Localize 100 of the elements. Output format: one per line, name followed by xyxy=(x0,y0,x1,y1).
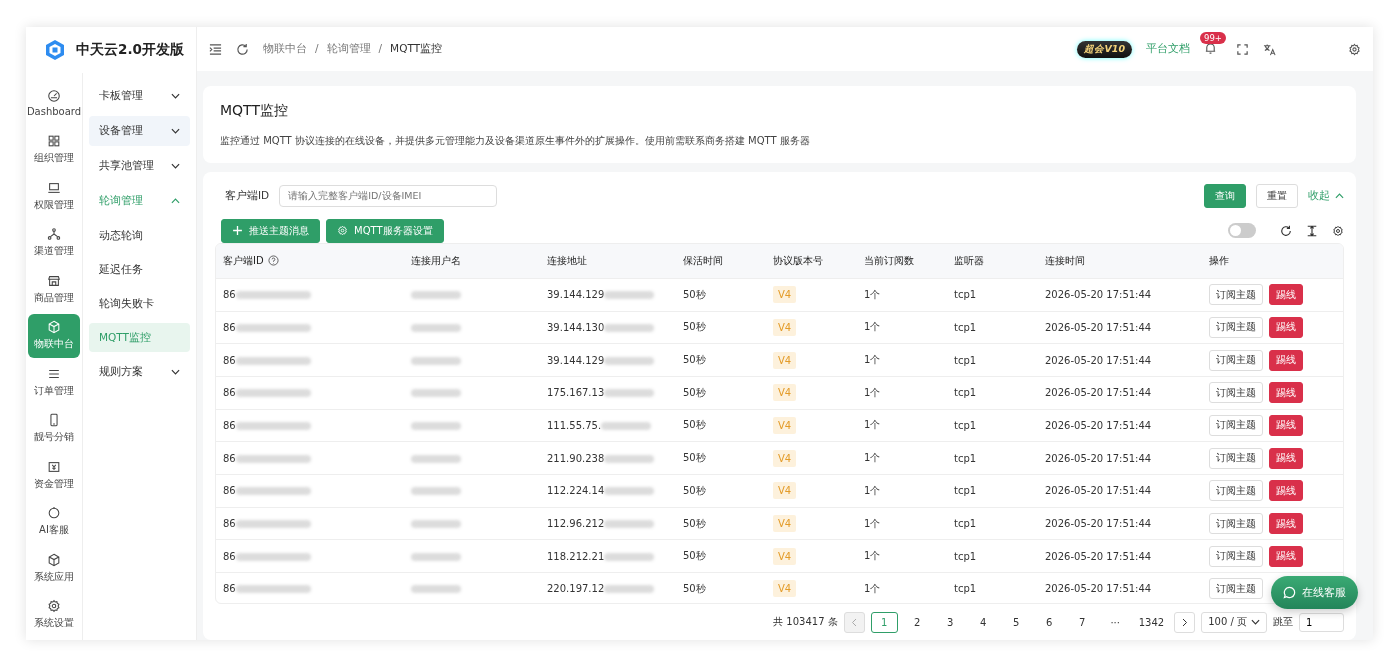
kick-button[interactable]: 踢线 xyxy=(1269,349,1303,371)
table-cell: 86 xyxy=(223,419,236,431)
bell-icon[interactable] xyxy=(1204,42,1217,55)
table-cell: 86 xyxy=(223,583,236,595)
kick-button[interactable]: 踢线 xyxy=(1269,545,1303,567)
grid-icon xyxy=(47,134,61,149)
refresh-icon[interactable] xyxy=(1280,224,1292,237)
brand-name: 中天云2.0开发版 xyxy=(76,41,184,59)
menu-item[interactable]: 轮询管理 xyxy=(89,186,190,216)
menu-item[interactable]: 设备管理 xyxy=(89,116,190,146)
rail-item[interactable]: Dashboard xyxy=(28,81,80,126)
money-icon xyxy=(47,459,61,474)
rail-item[interactable]: 系统设置 xyxy=(28,592,80,637)
rail-item[interactable]: 订单管理 xyxy=(28,360,80,405)
menu-icon[interactable] xyxy=(209,42,222,56)
toggle-switch[interactable] xyxy=(1228,223,1256,239)
table-cell: 1个 xyxy=(864,484,881,496)
page-button[interactable]: 1 xyxy=(870,611,898,633)
subscribe-button[interactable]: 订阅主题 xyxy=(1209,284,1263,306)
table-cell: tcp1 xyxy=(954,289,977,301)
subscribe-button[interactable]: 订阅主题 xyxy=(1209,545,1263,567)
client-id-field[interactable]: 请输入完整客户端ID/设备IMEI xyxy=(279,184,498,207)
version-tag: V4 xyxy=(773,580,797,598)
settings-icon[interactable] xyxy=(1348,42,1361,56)
table-cell: 86 xyxy=(223,485,236,497)
blurred-text xyxy=(604,454,655,463)
table-cell: 2026-05-20 17:51:44 xyxy=(1045,485,1152,497)
page-button[interactable]: 4 xyxy=(969,611,997,633)
page-button[interactable]: ··· xyxy=(1101,611,1129,633)
kick-button[interactable]: 踢线 xyxy=(1269,316,1303,338)
chevron-icon xyxy=(171,93,180,99)
kick-button[interactable]: 踢线 xyxy=(1269,382,1303,404)
table-cell: 86 xyxy=(223,321,236,333)
table-cell: tcp1 xyxy=(954,354,977,366)
column-header: 协议版本号 xyxy=(773,254,823,266)
network-icon xyxy=(47,227,61,242)
rail-item[interactable]: 系统应用 xyxy=(28,546,80,591)
breadcrumb-item[interactable]: 轮询管理 xyxy=(326,42,371,56)
blurred-text xyxy=(604,552,655,561)
rail-item[interactable]: 靓号分销 xyxy=(28,406,80,451)
fullscreen-icon[interactable] xyxy=(1236,42,1249,56)
menu-item[interactable]: 卡板管理 xyxy=(89,81,190,111)
kick-button[interactable]: 踢线 xyxy=(1269,480,1303,502)
breadcrumb-item[interactable]: 物联中台 xyxy=(263,42,307,56)
rail-item[interactable]: 组织管理 xyxy=(28,127,80,172)
blurred-text xyxy=(604,356,655,365)
table-cell: 2026-05-20 17:51:44 xyxy=(1045,419,1152,431)
column-header: 保活时间 xyxy=(683,254,723,266)
page-button[interactable]: 3 xyxy=(936,611,964,633)
subscribe-button[interactable]: 订阅主题 xyxy=(1209,447,1263,469)
store-icon xyxy=(47,273,61,288)
rail-item[interactable]: AI客服 xyxy=(28,499,80,544)
row-height-icon[interactable] xyxy=(1306,224,1318,237)
page-button[interactable]: 6 xyxy=(1035,611,1063,633)
submenu-item[interactable]: 轮询失败卡 xyxy=(89,289,190,318)
rail-item[interactable]: 权限管理 xyxy=(28,174,80,219)
chat-button[interactable]: 在线客服 xyxy=(1271,576,1358,609)
breadcrumb-item[interactable]: MQTT监控 xyxy=(390,42,443,56)
gear-icon xyxy=(337,225,348,237)
blurred-text xyxy=(604,520,655,529)
subscribe-button[interactable]: 订阅主题 xyxy=(1209,382,1263,404)
rail-item[interactable]: 渠道管理 xyxy=(28,220,80,265)
chevron-icon xyxy=(171,128,180,134)
table-cell: 50秒 xyxy=(683,517,706,529)
page-size-select[interactable]: 100 / 页 xyxy=(1201,611,1267,633)
subscribe-button[interactable]: 订阅主题 xyxy=(1209,578,1263,600)
refresh-icon[interactable] xyxy=(236,42,249,56)
menu-item[interactable]: 规则方案 xyxy=(89,357,190,387)
total-count: 共 103417 条 xyxy=(773,615,838,630)
subscribe-button[interactable]: 订阅主题 xyxy=(1209,480,1263,502)
table-cell: 50秒 xyxy=(683,484,706,496)
collapse-link[interactable]: 收起 xyxy=(1308,188,1344,203)
rail-item[interactable]: 资金管理 xyxy=(28,453,80,498)
kick-button[interactable]: 踢线 xyxy=(1269,284,1303,306)
table-cell: 1个 xyxy=(864,419,881,431)
subscribe-button[interactable]: 订阅主题 xyxy=(1209,316,1263,338)
chat-icon xyxy=(1283,586,1296,599)
table-cell: 50秒 xyxy=(683,386,706,398)
jump-field[interactable]: 1 xyxy=(1299,612,1344,632)
subscribe-button[interactable]: 订阅主题 xyxy=(1209,349,1263,371)
submenu-item[interactable]: 动态轮询 xyxy=(89,221,190,250)
subscribe-button[interactable]: 订阅主题 xyxy=(1209,414,1263,436)
page-button[interactable]: 1342 xyxy=(1134,611,1169,633)
reset-button[interactable]: 重置 xyxy=(1256,183,1298,208)
page-button[interactable]: 2 xyxy=(903,611,931,633)
page-button[interactable]: 5 xyxy=(1002,611,1030,633)
help-icon[interactable] xyxy=(267,255,279,267)
subscribe-button[interactable]: 订阅主题 xyxy=(1209,513,1263,535)
table-cell: 1个 xyxy=(864,288,881,300)
submenu-item[interactable]: 延迟任务 xyxy=(89,255,190,284)
docs-link[interactable]: 平台文档 xyxy=(1146,42,1190,56)
page-button[interactable]: 7 xyxy=(1068,611,1096,633)
kick-button[interactable]: 踢线 xyxy=(1269,414,1303,436)
menu-item[interactable]: 共享池管理 xyxy=(89,151,190,181)
version-tag: V4 xyxy=(773,482,797,500)
kick-button[interactable]: 踢线 xyxy=(1269,513,1303,535)
settings-icon[interactable] xyxy=(1332,224,1344,237)
kick-button[interactable]: 踢线 xyxy=(1269,447,1303,469)
rail-item[interactable]: 商品管理 xyxy=(28,267,80,312)
translate-icon[interactable] xyxy=(1263,42,1276,56)
